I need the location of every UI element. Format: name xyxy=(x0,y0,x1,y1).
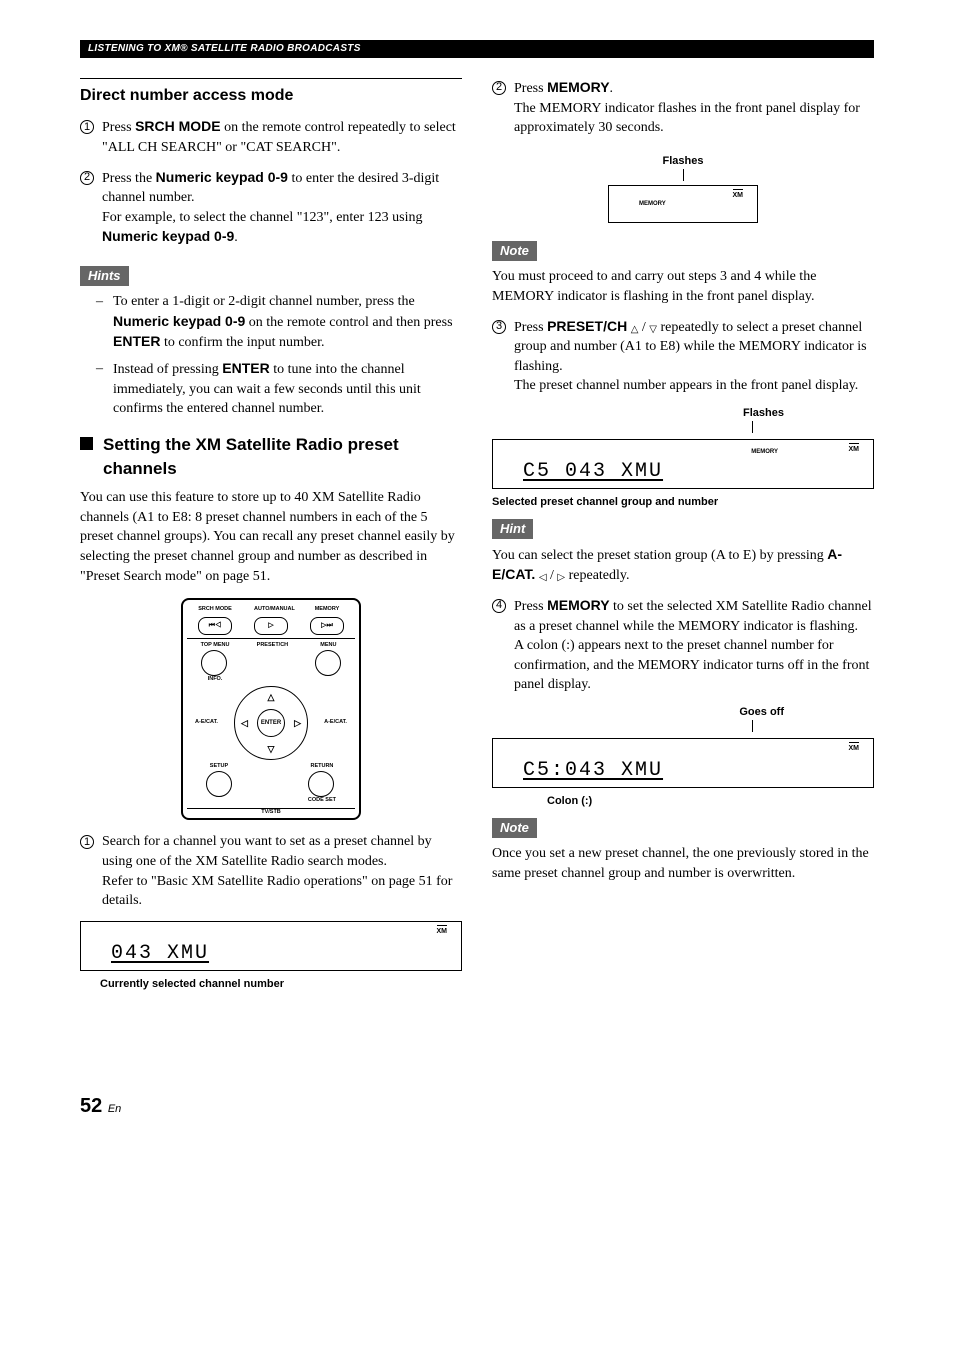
display-caption-1: Currently selected channel number xyxy=(100,977,462,992)
prev-btn: ⏮◁ xyxy=(198,617,232,635)
note-label-2: Note xyxy=(492,818,537,838)
left-column: Direct number access mode 1 Press SRCH M… xyxy=(80,78,462,992)
display-panel-1: XM 043 XMU xyxy=(80,921,462,971)
enter-btn: ENTER xyxy=(257,709,285,737)
preset-step-4: 4 Press MEMORY to set the selected XM Sa… xyxy=(492,596,874,695)
right-column: 2 Press MEMORY. The MEMORY indicator fla… xyxy=(492,78,874,992)
hint-right: You can select the preset station group … xyxy=(492,545,874,586)
return-btn xyxy=(308,771,334,797)
menu-btn xyxy=(315,650,341,676)
direct-access-title: Direct number access mode xyxy=(80,78,462,107)
step-num-1: 1 xyxy=(80,120,94,134)
down-triangle-icon: ▽ xyxy=(649,323,657,337)
header-bar: LISTENING TO XM® SATELLITE RADIO BROADCA… xyxy=(80,40,874,58)
colon-caption: Colon (:) xyxy=(547,794,874,809)
dpad: ENTER △ ▽ ◁ ▷ xyxy=(234,686,308,760)
page-number: 52 En xyxy=(80,1092,874,1120)
preset-intro: You can use this feature to store up to … xyxy=(80,488,462,586)
setup-btn xyxy=(206,771,232,797)
direct-step-1: 1 Press SRCH MODE on the remote control … xyxy=(80,117,462,157)
display-panel-2: MEMORY XM C5 043 XMU xyxy=(492,439,874,489)
note-label-1: Note xyxy=(492,241,537,261)
preset-subheading: Setting the XM Satellite Radio preset ch… xyxy=(80,433,462,481)
step-num-2: 2 xyxy=(80,171,94,185)
preset-step-3: 3 Press PRESET/CH △ / ▽ repeatedly to se… xyxy=(492,317,874,396)
up-triangle-icon: △ xyxy=(631,323,639,337)
display-panel-3: XM C5:043 XMU xyxy=(492,738,874,788)
note-2: Once you set a new preset channel, the o… xyxy=(492,844,874,883)
preset-step-1: 1 Search for a channel you want to set a… xyxy=(80,832,462,910)
hint-label: Hint xyxy=(492,519,533,539)
hints-label: Hints xyxy=(80,266,129,286)
flashes-label-1: Flashes xyxy=(492,154,874,169)
goes-off-label: Goes off xyxy=(492,705,784,720)
right-triangle-icon: ▷ xyxy=(557,571,565,585)
display-caption-2: Selected preset channel group and number xyxy=(492,495,874,510)
top-menu-btn xyxy=(201,650,227,676)
small-panel-1: MEMORY XM xyxy=(608,185,758,223)
play-btn: ▷ xyxy=(254,617,288,635)
flashes-label-2: Flashes xyxy=(492,406,784,421)
preset-step-2: 2 Press MEMORY. The MEMORY indicator fla… xyxy=(492,78,874,138)
hints-list: To enter a 1-digit or 2-digit channel nu… xyxy=(96,292,462,419)
left-triangle-icon: ◁ xyxy=(539,571,547,585)
note-1: You must proceed to and carry out steps … xyxy=(492,267,874,306)
next-btn: ▷⏭ xyxy=(310,617,344,635)
remote-figure: SRCH MODE AUTO/MANUAL MEMORY ⏮◁ ▷ ▷⏭ TOP… xyxy=(80,598,462,820)
direct-step-2: 2 Press the Numeric keypad 0-9 to enter … xyxy=(80,168,462,248)
